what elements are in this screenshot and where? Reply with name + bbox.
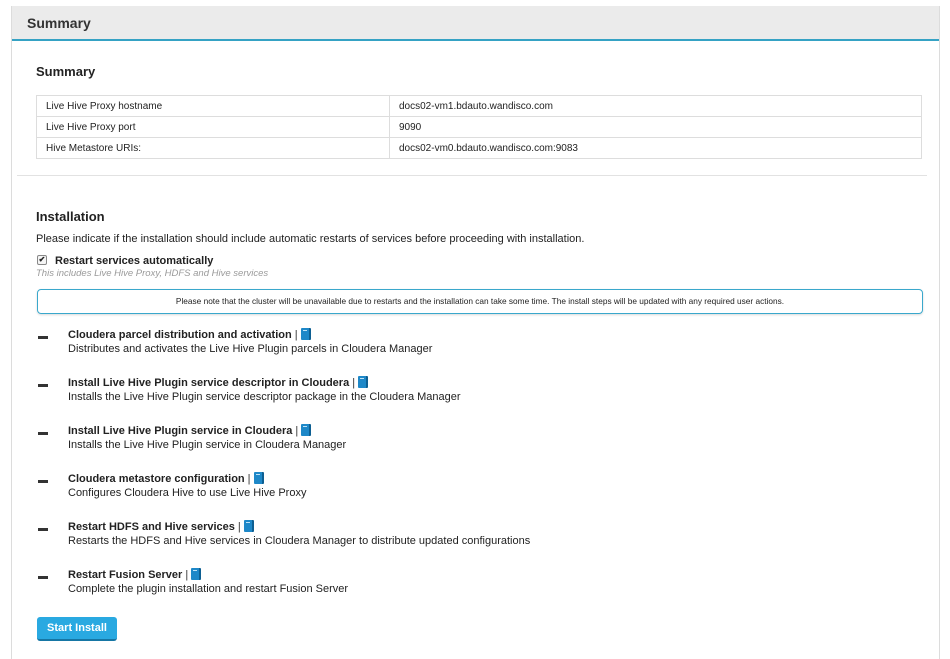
step-separator: | bbox=[237, 521, 241, 533]
installation-intro: Please indicate if the installation shou… bbox=[36, 233, 585, 245]
step-title-row: Cloudera parcel distribution and activat… bbox=[68, 328, 311, 341]
table-row: Hive Metastore URIs: docs02-vm0.bdauto.w… bbox=[36, 137, 922, 159]
step-title: Restart HDFS and Hive services bbox=[68, 521, 235, 533]
step-title: Cloudera parcel distribution and activat… bbox=[68, 329, 292, 341]
book-icon[interactable] bbox=[358, 376, 369, 388]
step-description: Restarts the HDFS and Hive services in C… bbox=[68, 535, 531, 547]
step-description: Configures Cloudera Hive to use Live Hiv… bbox=[68, 487, 307, 499]
book-icon[interactable] bbox=[243, 520, 254, 532]
step-separator: | bbox=[295, 425, 299, 437]
step-separator: | bbox=[247, 473, 251, 485]
step-title: Restart Fusion Server bbox=[68, 569, 183, 581]
book-icon[interactable] bbox=[191, 568, 202, 580]
step-title: Install Live Hive Plugin service descrip… bbox=[68, 377, 350, 389]
book-icon[interactable] bbox=[300, 328, 311, 340]
install-notice: Please note that the cluster will be una… bbox=[37, 289, 923, 314]
summary-key: Hive Metastore URIs: bbox=[36, 137, 390, 159]
book-icon[interactable] bbox=[253, 472, 264, 484]
step-title-row: Restart HDFS and Hive services | bbox=[68, 520, 254, 533]
step-separator: | bbox=[352, 377, 356, 389]
left-gutter bbox=[0, 0, 10, 659]
collapse-dash-icon[interactable] bbox=[38, 336, 48, 339]
summary-value: docs02-vm1.bdauto.wandisco.com bbox=[389, 95, 922, 117]
summary-key: Live Hive Proxy port bbox=[36, 116, 390, 138]
start-install-button[interactable]: Start Install bbox=[37, 617, 117, 641]
step-title: Install Live Hive Plugin service in Clou… bbox=[68, 425, 293, 437]
restart-services-hint: This includes Live Hive Proxy, HDFS and … bbox=[36, 268, 269, 279]
collapse-dash-icon[interactable] bbox=[38, 480, 48, 483]
collapse-dash-icon[interactable] bbox=[38, 576, 48, 579]
summary-panel: Summary Summary Live Hive Proxy hostname… bbox=[11, 6, 940, 659]
step-title-row: Restart Fusion Server | bbox=[68, 568, 202, 581]
step-title-row: Install Live Hive Plugin service descrip… bbox=[68, 376, 369, 389]
collapse-dash-icon[interactable] bbox=[38, 528, 48, 531]
step-description: Installs the Live Hive Plugin service in… bbox=[68, 439, 347, 451]
summary-value: docs02-vm0.bdauto.wandisco.com:9083 bbox=[389, 137, 922, 159]
panel-title: Summary bbox=[27, 15, 91, 31]
step-separator: | bbox=[294, 329, 298, 341]
step-description: Complete the plugin installation and res… bbox=[68, 583, 349, 595]
installation-section-title: Installation bbox=[36, 209, 105, 224]
summary-section-title: Summary bbox=[36, 64, 96, 79]
summary-key: Live Hive Proxy hostname bbox=[36, 95, 390, 117]
collapse-dash-icon[interactable] bbox=[38, 432, 48, 435]
step-title-row: Cloudera metastore configuration | bbox=[68, 472, 264, 485]
step-separator: | bbox=[185, 569, 189, 581]
table-row: Live Hive Proxy port 9090 bbox=[36, 116, 922, 138]
restart-services-checkbox[interactable]: ✔ bbox=[37, 255, 47, 266]
step-title: Cloudera metastore configuration bbox=[68, 473, 245, 485]
restart-services-label: Restart services automatically bbox=[55, 255, 214, 267]
section-divider bbox=[17, 175, 927, 176]
restart-services-row[interactable]: ✔ Restart services automatically bbox=[37, 255, 213, 267]
table-row: Live Hive Proxy hostname docs02-vm1.bdau… bbox=[36, 95, 922, 117]
summary-table: Live Hive Proxy hostname docs02-vm1.bdau… bbox=[36, 95, 922, 159]
collapse-dash-icon[interactable] bbox=[38, 384, 48, 387]
step-description: Distributes and activates the Live Hive … bbox=[68, 343, 433, 355]
summary-value: 9090 bbox=[389, 116, 922, 138]
step-description: Installs the Live Hive Plugin service de… bbox=[68, 391, 461, 403]
panel-header: Summary bbox=[12, 6, 939, 41]
step-title-row: Install Live Hive Plugin service in Clou… bbox=[68, 424, 312, 437]
book-icon[interactable] bbox=[301, 424, 312, 436]
